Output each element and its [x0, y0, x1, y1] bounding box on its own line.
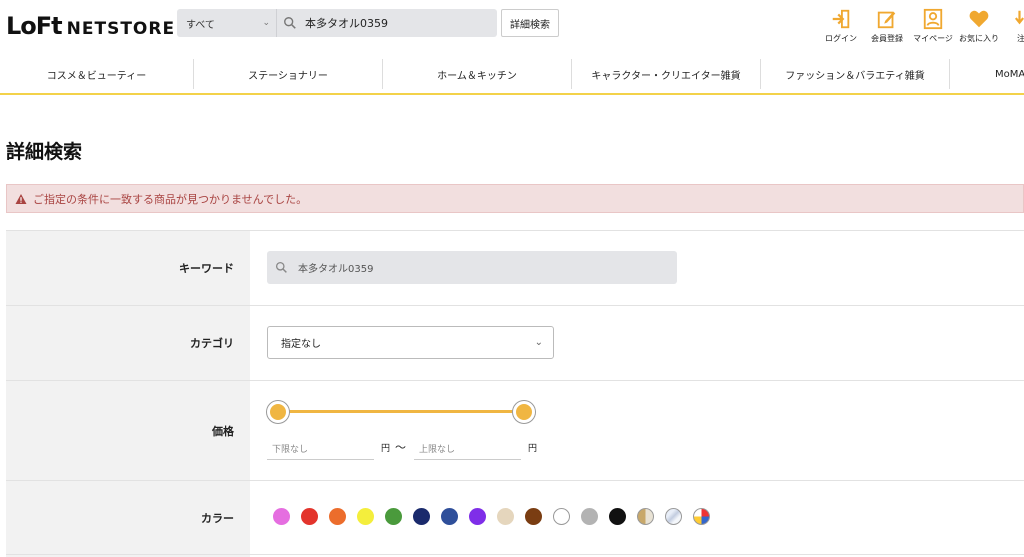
page-title: 詳細検索	[6, 141, 83, 163]
color-swatch[interactable]	[441, 508, 458, 525]
price-range-slider[interactable]	[267, 401, 535, 423]
color-swatch[interactable]	[329, 508, 346, 525]
chevron-down-icon: ⌄	[534, 337, 543, 348]
price-slider-track	[278, 410, 524, 413]
mypage-link[interactable]: マイページ	[910, 8, 956, 44]
logo-text: NETSTORE	[66, 19, 176, 39]
color-swatch[interactable]	[553, 508, 570, 525]
search-scope-select[interactable]: すべて ⌄	[177, 9, 277, 37]
color-label: カラー	[6, 481, 250, 554]
register-icon	[877, 11, 896, 29]
keyword-label: キーワード	[6, 231, 250, 305]
keyword-input[interactable]: 本多タオル0359	[267, 251, 677, 284]
price-fields: 下限なし 円 〜 上限なし 円	[267, 438, 542, 460]
color-swatch[interactable]	[581, 508, 598, 525]
warning-icon	[15, 193, 27, 204]
price-label: 価格	[6, 381, 250, 480]
order-link[interactable]: 注文	[1002, 8, 1024, 44]
nav-item-cosmetics[interactable]: コスメ＆ビューティー	[0, 59, 194, 89]
color-swatch[interactable]	[385, 508, 402, 525]
color-swatch[interactable]	[637, 508, 654, 525]
color-swatch[interactable]	[609, 508, 626, 525]
login-link[interactable]: ログイン	[818, 8, 864, 44]
color-swatch[interactable]	[665, 508, 682, 525]
category-label: カテゴリ	[6, 306, 250, 380]
nav-item-moma[interactable]: MoMA	[950, 59, 1024, 89]
login-icon	[832, 9, 850, 29]
color-row: カラー	[6, 480, 1024, 554]
range-tilde: 〜	[395, 441, 407, 454]
yen-label-min: 円	[381, 444, 391, 454]
advanced-search-button[interactable]: 詳細検索	[501, 9, 559, 37]
color-swatch[interactable]	[357, 508, 374, 525]
nav-item-stationery[interactable]: ステーショナリー	[194, 59, 383, 89]
category-select[interactable]: 指定なし ⌄	[267, 326, 554, 359]
category-nav: コスメ＆ビューティー ステーショナリー ホーム＆キッチン キャラクター・クリエイ…	[0, 57, 1024, 95]
advanced-search-form: キーワード 本多タオル0359 カテゴリ 指定なし ⌄ 価格 下限なし 円 〜 …	[6, 230, 1024, 557]
keyword-value: 本多タオル0359	[298, 264, 374, 275]
nav-item-home-kitchen[interactable]: ホーム＆キッチン	[383, 59, 572, 89]
price-min-handle[interactable]	[267, 401, 289, 423]
color-swatch[interactable]	[525, 508, 542, 525]
header: LoFt NETSTORE すべて ⌄ 本多タオル0359 詳細検索 ログイン …	[0, 0, 1024, 56]
site-logo[interactable]: LoFt NETSTORE	[6, 12, 175, 40]
price-max-input[interactable]: 上限なし	[414, 438, 522, 460]
price-row: 価格 下限なし 円 〜 上限なし 円	[6, 380, 1024, 480]
search-scope-value: すべて	[186, 19, 215, 31]
logo-mark: LoFt	[6, 12, 63, 40]
color-swatch[interactable]	[469, 508, 486, 525]
favorites-link[interactable]: お気に入り	[956, 8, 1002, 44]
keyword-row: キーワード 本多タオル0359	[6, 230, 1024, 305]
register-link[interactable]: 会員登録	[864, 8, 910, 44]
color-swatch[interactable]	[497, 508, 514, 525]
color-swatches	[273, 508, 721, 525]
category-value: 指定なし	[281, 339, 321, 350]
color-swatch[interactable]	[693, 508, 710, 525]
header-icon-bar: ログイン 会員登録 マイページ お気に入り 注文	[818, 8, 1024, 44]
yen-label-max: 円	[528, 444, 538, 454]
order-icon	[1014, 10, 1024, 25]
search-query-text: 本多タオル0359	[305, 17, 388, 30]
price-min-input[interactable]: 下限なし	[267, 438, 374, 460]
nav-item-fashion[interactable]: ファッション＆バラエティ雑貨	[761, 59, 950, 89]
category-row: カテゴリ 指定なし ⌄	[6, 305, 1024, 380]
search-icon	[284, 17, 296, 29]
color-swatch[interactable]	[273, 508, 290, 525]
search-input[interactable]: 本多タオル0359	[277, 15, 388, 31]
mypage-icon	[923, 8, 943, 30]
alert-text: ご指定の条件に一致する商品が見つかりませんでした。	[33, 192, 308, 206]
chevron-down-icon: ⌄	[262, 18, 270, 28]
color-swatch[interactable]	[301, 508, 318, 525]
no-results-alert: ご指定の条件に一致する商品が見つかりませんでした。	[6, 184, 1024, 213]
color-swatch[interactable]	[413, 508, 430, 525]
nav-item-character[interactable]: キャラクター・クリエイター雑貨	[572, 59, 761, 89]
search-icon	[275, 261, 287, 273]
heart-icon	[969, 10, 989, 28]
header-search-bar: すべて ⌄ 本多タオル0359	[177, 9, 497, 37]
price-max-handle[interactable]	[513, 401, 535, 423]
